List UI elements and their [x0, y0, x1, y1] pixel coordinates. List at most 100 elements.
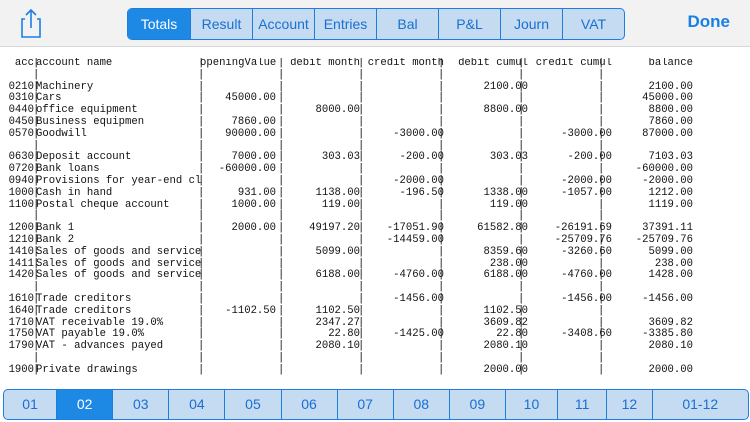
- month-11[interactable]: 11: [557, 390, 606, 419]
- column-separator: |: [358, 233, 365, 246]
- month-04[interactable]: 04: [168, 390, 224, 419]
- table-row[interactable]: 1210 Bank 2 -14459.00 -25709.76 -25709.76 | | |…: [6, 233, 746, 247]
- column-separator: |: [278, 186, 285, 199]
- cell-balance: 5099.00: [648, 245, 693, 258]
- cell-balance: 1212.00: [648, 186, 693, 199]
- cell-debit-cumul: 1338.00: [483, 186, 528, 199]
- month-07[interactable]: 07: [336, 390, 393, 419]
- cell-debit-cumul: 6188.00: [483, 269, 528, 282]
- column-separator: |: [198, 186, 205, 199]
- month-06[interactable]: 06: [280, 390, 337, 419]
- cell-account-name: Sales of goods and service: [36, 269, 202, 282]
- column-separator: |: [438, 115, 445, 128]
- share-icon[interactable]: [14, 6, 48, 40]
- column-separator: |: [518, 292, 525, 305]
- tab-p-l[interactable]: P&L: [438, 9, 500, 39]
- column-separator: |: [598, 363, 605, 376]
- table-row[interactable]: 1900 Private drawings 2000.00 2000.00 | | | | | |…: [6, 363, 746, 377]
- table-row[interactable]: 0570 Goodwill 90000.00 -3000.00 -3000.00 8700…: [6, 127, 746, 141]
- month-02[interactable]: 02: [56, 390, 113, 419]
- cell-debit-cumul: 1102.50: [483, 304, 528, 317]
- column-separator: |: [438, 174, 445, 187]
- cell-balance: -2000.00: [642, 174, 693, 187]
- cell-debit-cumul: 8359.60: [483, 245, 528, 258]
- done-button[interactable]: Done: [688, 12, 731, 32]
- column-separator: |: [278, 115, 285, 128]
- column-separator: |: [198, 363, 205, 376]
- cell-debit-month: 2080.10: [315, 340, 360, 353]
- table-row[interactable]: 1410 Sales of goods and service 5099.00 835…: [6, 245, 746, 259]
- cell-acc: 0940: [8, 174, 34, 187]
- tab-result[interactable]: Result: [190, 9, 252, 39]
- cell-debit-month: 1138.00: [315, 186, 360, 199]
- column-separator: |: [278, 304, 285, 317]
- column-separator: |: [358, 363, 365, 376]
- cell-balance: 2000.00: [648, 363, 693, 376]
- cell-debit-cumul: 2100.00: [483, 80, 528, 93]
- cell-balance: 1428.00: [648, 269, 693, 282]
- month-03[interactable]: 03: [112, 390, 168, 419]
- month-09[interactable]: 09: [448, 390, 505, 419]
- column-separator: |: [198, 351, 205, 364]
- column-separator: |: [598, 233, 605, 246]
- cell-acc: acc: [14, 58, 34, 69]
- cell-account-name: Private drawings: [36, 363, 138, 376]
- cell-credit-month: -196.50: [399, 186, 444, 199]
- month-08[interactable]: 08: [392, 390, 449, 419]
- table-row[interactable]: 1640 Trade creditors -1102.50 1102.50 1102.5…: [6, 304, 746, 318]
- tab-account[interactable]: Account: [252, 9, 314, 39]
- column-separator: |: [518, 115, 525, 128]
- cell-openingvalue: 1000.00: [231, 198, 276, 211]
- cell-credit-month: -3000.00: [393, 127, 444, 140]
- cell-debit-cumul: 8800.00: [483, 104, 528, 117]
- tab-bal[interactable]: Bal: [376, 9, 438, 39]
- tab-totals[interactable]: Totals: [128, 9, 190, 39]
- cell-account-name: Business equipmen: [36, 115, 145, 128]
- cell-account-name: Sales of goods and service: [36, 245, 202, 258]
- month-12[interactable]: 12: [606, 390, 651, 419]
- cell-openingvalue: 7860.00: [231, 115, 276, 128]
- table-row[interactable]: 1000 Cash in hand 931.00 1138.00 -196.50 1338…: [6, 186, 746, 200]
- table-row[interactable]: 0450 Business equipmen 7860.00 7860.00 | | | | |…: [6, 115, 746, 129]
- column-separator: |: [33, 233, 40, 246]
- table-row[interactable]: 1790 VAT - advances payed 2080.10 2080.10 20…: [6, 340, 746, 353]
- column-separator: |: [358, 68, 365, 81]
- table-row[interactable]: 1200 Bank 1 2000.00 49197.20 -17051.90 61582.…: [6, 222, 746, 235]
- column-separator: |: [33, 351, 40, 364]
- column-separator: |: [278, 363, 285, 376]
- month-01-12[interactable]: 01-12: [651, 390, 748, 419]
- tab-journ[interactable]: Journ: [500, 9, 562, 39]
- tab-entries[interactable]: Entries: [314, 9, 376, 39]
- column-separator: |: [518, 233, 525, 246]
- month-01[interactable]: 01: [4, 390, 56, 419]
- table-row[interactable]: 1100 Postal cheque account 1000.00 119.00 11…: [6, 198, 746, 212]
- cell-openingvalue: 931.00: [237, 186, 276, 199]
- table-row[interactable]: 0940 Provisions for year-end cl -2000.00 -2…: [6, 174, 746, 188]
- column-separator: |: [438, 186, 445, 199]
- column-separator: |: [518, 127, 525, 140]
- tab-vat[interactable]: VAT: [562, 9, 624, 39]
- spacer-row: | | | | | | |: [6, 211, 746, 223]
- table-row[interactable]: 1420 Sales of goods and service 6188.00 -47…: [6, 270, 746, 282]
- table-row[interactable]: 0630 Deposit account 7000.00 303.03 -200.00 3…: [6, 152, 746, 164]
- column-separator: |: [438, 127, 445, 140]
- column-separator: |: [438, 233, 445, 246]
- cell-openingvalue: 45000.00: [225, 92, 276, 105]
- cell-acc: 1640: [8, 304, 34, 317]
- cell-openingvalue: openingValue: [200, 58, 277, 69]
- cell-debit-cumul: 119.00: [489, 198, 528, 211]
- cell-credit-month: -200.00: [399, 151, 444, 164]
- table-row[interactable]: 1610 Trade creditors -1456.00 -1456.00 -1456…: [6, 292, 746, 306]
- column-separator: |: [358, 174, 365, 187]
- cell-debit-month: 119.00: [321, 198, 360, 211]
- month-10[interactable]: 10: [504, 390, 557, 419]
- column-separator: |: [358, 304, 365, 317]
- column-separator: |: [358, 351, 365, 364]
- table-header: acc account name openingValue debit month cr…: [6, 58, 746, 70]
- column-separator: |: [278, 233, 285, 246]
- table-row[interactable]: 0210 Machinery 2100.00 2100.00 | | | | | | |: [6, 80, 746, 94]
- column-separator: |: [278, 68, 285, 81]
- cell-debit-month: 49197.20: [309, 222, 360, 235]
- cell-credit-month: -1425.00: [393, 328, 444, 341]
- month-05[interactable]: 05: [224, 390, 280, 419]
